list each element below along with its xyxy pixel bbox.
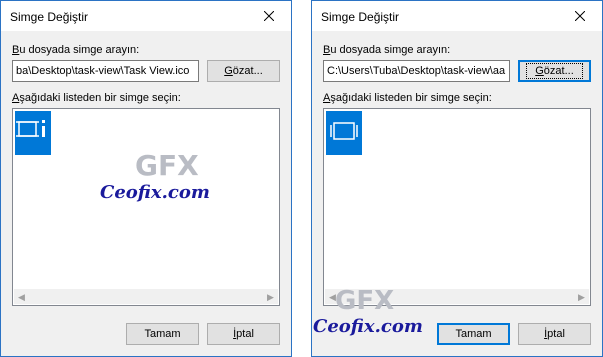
watermark-text: Ceofix.com [100,182,210,203]
close-icon [575,11,585,21]
icon-list-item-selected[interactable] [326,111,362,155]
icon-list[interactable]: ◀ ▶ [323,108,591,306]
title-bar: Simge Değiştir [1,1,291,31]
watermark-left: GFX Ceofix.com [95,145,215,203]
icon-list-item-selected[interactable] [15,111,51,155]
file-search-label: Bu dosyada simge arayın: [12,44,140,56]
scroll-right-icon[interactable]: ▶ [263,290,278,305]
watermark-right: GFX Ceofix.com [313,283,433,337]
close-icon [264,11,274,21]
title-bar: Simge Değiştir [312,1,602,31]
task-view-icon [330,122,358,140]
cancel-button[interactable]: İptal [518,323,591,345]
cancel-button[interactable]: İptal [207,323,280,345]
ok-button[interactable]: Tamam [437,323,510,345]
browse-button[interactable]: Gözat... [207,60,280,82]
ok-button[interactable]: Tamam [126,323,199,345]
scroll-left-icon[interactable]: ◀ [14,290,29,305]
task-view-icon [16,120,45,137]
gfx-logo-icon: GFX [335,286,394,316]
file-path-input[interactable]: C:\Users\Tuba\Desktop\task-view\aa [323,60,510,82]
horizontal-scrollbar[interactable]: ◀ ▶ [14,289,278,304]
browse-button[interactable]: Gözat... [518,60,591,82]
svg-text:GFX: GFX [135,149,199,182]
file-search-label: Bu dosyada simge arayın: [323,44,451,56]
svg-text:GFX: GFX [335,286,394,316]
dialog-title: Simge Değiştir [321,10,400,24]
watermark-text: Ceofix.com [313,316,423,337]
icon-list-label: Aşağıdaki listeden bir simge seçin: [323,92,492,104]
dialog-title: Simge Değiştir [10,10,89,24]
icon-list[interactable]: ◀ ▶ [12,108,280,306]
gfx-logo-icon: GFX [135,149,199,182]
close-button[interactable] [558,1,602,31]
scroll-right-icon[interactable]: ▶ [574,290,589,305]
file-path-input[interactable]: ba\Desktop\task-view\Task View.ico [12,60,199,82]
close-button[interactable] [247,1,291,31]
icon-list-label: Aşağıdaki listeden bir simge seçin: [12,92,181,104]
